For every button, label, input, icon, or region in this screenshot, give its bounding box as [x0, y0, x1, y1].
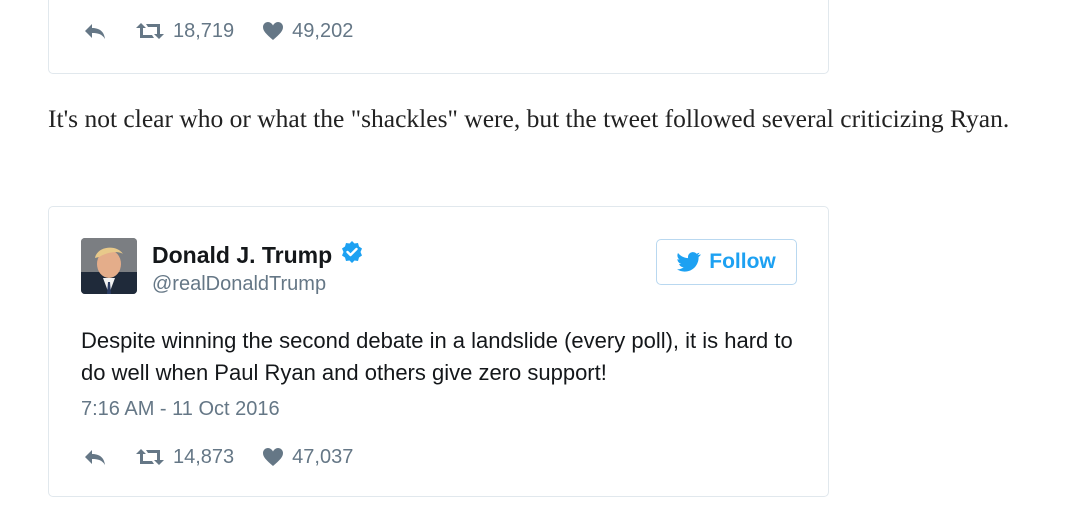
verified-badge-icon	[340, 240, 364, 270]
reply-icon	[85, 450, 105, 465]
tweet-text: Despite winning the second debate in a l…	[81, 328, 793, 385]
like-button[interactable]: 47,037	[262, 446, 353, 469]
author-handle[interactable]: @realDonaldTrump	[152, 273, 326, 296]
tweet-timestamp[interactable]: 7:16 AM - 11 Oct 2016	[81, 398, 280, 421]
follow-button[interactable]: Follow	[656, 239, 797, 285]
author-name-text: Donald J. Trump	[152, 241, 333, 268]
like-button[interactable]: 49,202	[262, 20, 353, 43]
retweet-icon	[136, 449, 164, 465]
author-name[interactable]: Donald J. Trump	[152, 240, 364, 270]
retweet-button[interactable]: 18,719	[135, 20, 234, 43]
heart-icon	[263, 448, 284, 466]
like-count: 49,202	[292, 19, 354, 42]
reply-button[interactable]	[83, 447, 107, 467]
retweet-count: 18,719	[173, 19, 235, 42]
profile-photo	[81, 238, 137, 294]
heart-icon	[263, 22, 284, 40]
reply-icon	[85, 24, 105, 39]
twitter-bird-icon	[677, 252, 702, 272]
reply-button[interactable]	[83, 21, 107, 41]
embedded-tweet-card-previous: 18,719 49,202	[48, 0, 829, 74]
follow-label: Follow	[709, 250, 776, 273]
like-count: 47,037	[292, 445, 354, 468]
retweet-icon	[136, 23, 164, 39]
tweet-actions: 14,873 47,037	[83, 445, 381, 469]
embedded-tweet-card: Donald J. Trump @realDonaldTrump Follow …	[48, 206, 829, 497]
article-paragraph: It's not clear who or what the "shackles…	[48, 104, 1010, 133]
tweet-actions: 18,719 49,202	[83, 19, 381, 43]
retweet-count: 14,873	[173, 445, 235, 468]
avatar[interactable]	[81, 238, 137, 294]
retweet-button[interactable]: 14,873	[135, 446, 234, 469]
